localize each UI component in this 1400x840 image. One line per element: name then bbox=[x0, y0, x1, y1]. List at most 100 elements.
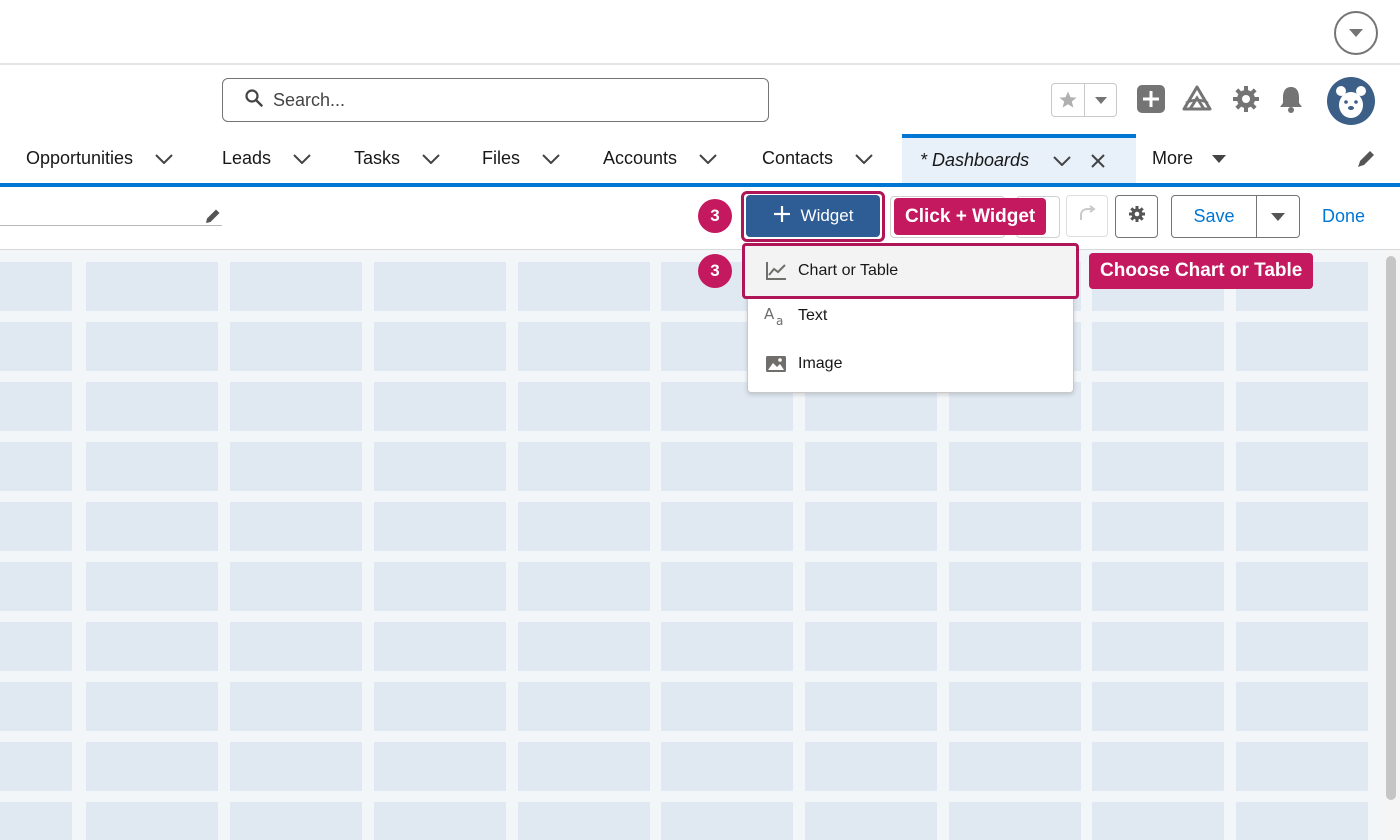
tab-label: Opportunities bbox=[26, 148, 134, 168]
tab-label: Accounts bbox=[603, 148, 678, 168]
chevron-down-icon[interactable] bbox=[1334, 11, 1378, 55]
menu-item-chart-or-table[interactable]: Chart or Table bbox=[742, 243, 1079, 299]
tab-label: Leads bbox=[222, 148, 272, 168]
grid-cell bbox=[949, 442, 1081, 491]
grid-cell bbox=[230, 622, 362, 671]
grid-cell bbox=[1092, 622, 1224, 671]
save-options-chevron-icon[interactable] bbox=[1257, 196, 1299, 237]
tab-files[interactable]: Files bbox=[482, 134, 560, 183]
grid-cell bbox=[518, 322, 650, 371]
chevron-down-icon[interactable] bbox=[1053, 155, 1071, 166]
grid-cell bbox=[230, 742, 362, 791]
setup-gear-icon[interactable] bbox=[1231, 84, 1261, 114]
grid-cell bbox=[374, 622, 506, 671]
favorites-group bbox=[1051, 83, 1117, 117]
grid-cell bbox=[230, 322, 362, 371]
grid-cell bbox=[661, 682, 793, 731]
dashboard-canvas-grid[interactable] bbox=[0, 250, 1383, 840]
tab-label: Contacts bbox=[762, 148, 834, 168]
chevron-down-icon[interactable] bbox=[422, 153, 440, 164]
tab-accounts[interactable]: Accounts bbox=[603, 134, 717, 183]
menu-item-label: Image bbox=[798, 355, 843, 372]
grid-cell bbox=[230, 262, 362, 311]
global-header: Search... bbox=[0, 67, 1400, 134]
grid-cell bbox=[1236, 562, 1368, 611]
tab-opportunities[interactable]: Opportunities bbox=[26, 134, 173, 183]
grid-cell bbox=[0, 562, 72, 611]
grid-cell bbox=[374, 562, 506, 611]
notification-bell-icon[interactable] bbox=[1276, 84, 1306, 114]
plus-icon bbox=[773, 204, 791, 228]
menu-item-text[interactable]: Aa Text bbox=[748, 293, 1073, 339]
chevron-down-icon[interactable] bbox=[155, 153, 173, 164]
grid-cell bbox=[1092, 682, 1224, 731]
grid-cell bbox=[661, 802, 793, 840]
pencil-icon[interactable] bbox=[204, 207, 222, 230]
close-icon[interactable] bbox=[1091, 153, 1105, 168]
tab-leads[interactable]: Leads bbox=[222, 134, 311, 183]
grid-cell bbox=[949, 742, 1081, 791]
grid-cell bbox=[1236, 322, 1368, 371]
grid-cell bbox=[1236, 682, 1368, 731]
grid-cell bbox=[0, 742, 72, 791]
add-icon[interactable] bbox=[1136, 84, 1166, 114]
chevron-down-icon[interactable] bbox=[293, 153, 311, 164]
tab-more[interactable]: More bbox=[1152, 134, 1227, 183]
grid-cell bbox=[805, 502, 937, 551]
redo-button[interactable] bbox=[1066, 195, 1108, 237]
dashboard-properties-button[interactable] bbox=[1115, 195, 1158, 238]
add-widget-button[interactable]: Widget bbox=[746, 195, 880, 237]
grid-cell bbox=[230, 682, 362, 731]
grid-cell bbox=[86, 682, 218, 731]
chevron-down-icon[interactable] bbox=[542, 153, 560, 164]
scrollbar-thumb[interactable] bbox=[1386, 256, 1396, 800]
chevron-down-icon[interactable] bbox=[1211, 154, 1227, 164]
callout-widget: Click + Widget bbox=[894, 198, 1047, 235]
chevron-down-icon[interactable] bbox=[855, 153, 873, 164]
grid-cell bbox=[949, 622, 1081, 671]
grid-cell bbox=[949, 562, 1081, 611]
gear-icon bbox=[1128, 205, 1146, 228]
tab-tasks[interactable]: Tasks bbox=[354, 134, 440, 183]
redo-icon bbox=[1077, 204, 1097, 228]
tab-dashboards[interactable]: * Dashboards bbox=[902, 134, 1136, 183]
search-icon bbox=[245, 88, 263, 112]
tab-label: More bbox=[1152, 148, 1194, 168]
grid-cell bbox=[374, 382, 506, 431]
trailhead-icon[interactable] bbox=[1182, 84, 1212, 114]
done-button[interactable]: Done bbox=[1322, 206, 1365, 227]
grid-cell bbox=[661, 502, 793, 551]
grid-cell bbox=[86, 442, 218, 491]
grid-cell bbox=[0, 382, 72, 431]
save-button[interactable]: Save bbox=[1172, 196, 1257, 237]
chevron-down-icon[interactable] bbox=[699, 153, 717, 164]
tab-label: * Dashboards bbox=[920, 150, 1030, 170]
top-utility-bar bbox=[0, 0, 1400, 65]
grid-cell bbox=[805, 622, 937, 671]
avatar[interactable] bbox=[1327, 77, 1375, 125]
grid-cell bbox=[518, 802, 650, 840]
grid-cell bbox=[230, 442, 362, 491]
grid-cell bbox=[805, 562, 937, 611]
grid-cell bbox=[518, 262, 650, 311]
grid-cell bbox=[86, 622, 218, 671]
edit-nav-pencil-icon[interactable] bbox=[1356, 149, 1376, 174]
grid-cell bbox=[518, 682, 650, 731]
search-input[interactable]: Search... bbox=[222, 78, 769, 122]
tab-contacts[interactable]: Contacts bbox=[762, 134, 873, 183]
favorites-chevron-icon[interactable] bbox=[1084, 84, 1116, 116]
app-navigation: Opportunities Leads Tasks Files Accounts… bbox=[0, 134, 1400, 187]
grid-cell bbox=[86, 262, 218, 311]
grid-cell bbox=[949, 502, 1081, 551]
grid-cell bbox=[1236, 442, 1368, 491]
grid-cell bbox=[230, 802, 362, 840]
grid-cell bbox=[661, 562, 793, 611]
menu-item-image[interactable]: Image bbox=[748, 341, 1073, 387]
grid-cell bbox=[374, 442, 506, 491]
star-icon[interactable] bbox=[1052, 84, 1084, 116]
save-group: Save bbox=[1171, 195, 1300, 238]
grid-cell bbox=[949, 682, 1081, 731]
grid-cell bbox=[805, 802, 937, 840]
grid-cell bbox=[86, 802, 218, 840]
dashboard-name-field[interactable] bbox=[0, 225, 222, 226]
